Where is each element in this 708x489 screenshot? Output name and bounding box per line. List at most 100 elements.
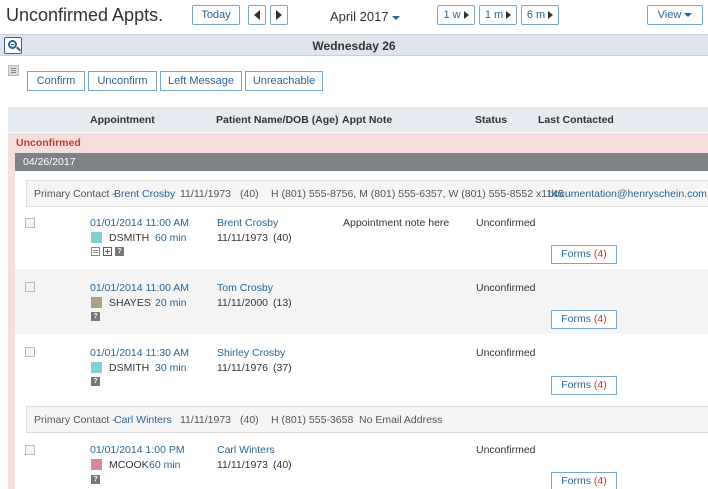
contact-dob: 11/11/1973 xyxy=(180,414,231,426)
contact-email-link[interactable]: documentation@henryschein.com xyxy=(548,188,707,200)
patient-age: (40) xyxy=(273,232,292,244)
range-6m-label: 6 m xyxy=(526,9,546,21)
previous-button[interactable] xyxy=(248,5,266,25)
question-icon[interactable]: ? xyxy=(115,247,124,256)
appointment-datetime-link[interactable]: 01/01/2014 11:00 AM xyxy=(90,282,189,294)
patient-name-link[interactable]: Carl Winters xyxy=(217,444,275,456)
day-title: Wednesday 26 xyxy=(312,39,396,53)
contact-name-link[interactable]: Carl Winters xyxy=(114,414,172,426)
appointment-status: Unconfirmed xyxy=(476,282,536,294)
chevron-left-icon xyxy=(254,10,260,21)
contact-phones: H (801) 555-8756, M (801) 555-6357, W (8… xyxy=(271,188,564,200)
provider-code: DSMITH xyxy=(109,362,150,374)
forms-count: (4) xyxy=(593,379,607,391)
appointment-duration: 60 min xyxy=(155,232,187,244)
range-1w-button[interactable]: 1 w xyxy=(437,5,475,25)
table-row: 01/01/2014 1:00 PM MCOOK 60 min ? Carl W… xyxy=(15,434,708,489)
view-menu-button[interactable]: View xyxy=(647,5,703,25)
column-patient[interactable]: Patient Name/DOB (Age) xyxy=(216,114,339,126)
patient-dob: 11/11/1973 xyxy=(217,459,268,471)
question-icon[interactable]: ? xyxy=(91,377,100,386)
provider-code: DSMITH xyxy=(109,232,150,244)
play-icon xyxy=(506,11,512,20)
provider-color-swatch xyxy=(91,232,102,243)
group-rail xyxy=(8,153,15,489)
patient-age: (37) xyxy=(273,362,292,374)
forms-button[interactable]: Forms (4) xyxy=(551,472,617,489)
forms-button[interactable]: Forms (4) xyxy=(551,245,617,264)
patient-age: (13) xyxy=(273,297,292,309)
contact-prefix: Primary Contact - xyxy=(34,188,116,200)
appointment-datetime-link[interactable]: 01/01/2014 11:00 AM xyxy=(90,217,189,229)
patient-dob: 11/11/1976 xyxy=(217,362,268,374)
forms-label: Forms xyxy=(561,248,591,260)
range-1m-label: 1 m xyxy=(484,9,504,21)
appointment-status: Unconfirmed xyxy=(476,444,536,456)
appointment-duration: 20 min xyxy=(155,297,187,309)
column-status[interactable]: Status xyxy=(475,114,507,126)
unreachable-button[interactable]: Unreachable xyxy=(245,71,323,91)
primary-contact-row: Primary Contact - Carl Winters 11/11/197… xyxy=(26,406,708,433)
day-header: Wednesday 26 xyxy=(0,34,708,56)
appointment-icons: ? xyxy=(91,475,103,485)
month-label: April 2017 xyxy=(330,9,389,24)
patient-name-link[interactable]: Brent Crosby xyxy=(217,217,278,229)
table-row: 01/01/2014 11:30 AM DSMITH 30 min ? Shir… xyxy=(15,334,708,406)
provider-code: SHAYES xyxy=(109,297,151,309)
list-icon[interactable] xyxy=(8,65,19,76)
contact-phones: H (801) 555-3658 xyxy=(271,414,354,426)
range-1w-label: 1 w xyxy=(443,9,461,21)
patient-name-link[interactable]: Shirley Crosby xyxy=(217,347,285,359)
patient-dob: 11/11/2000 xyxy=(217,297,268,309)
month-selector[interactable]: April 2017 xyxy=(330,9,400,24)
table-row: 01/01/2014 11:00 AM DSMITH 60 min ? Bren… xyxy=(15,208,708,269)
contact-age: (40) xyxy=(240,188,259,200)
left-message-button[interactable]: Left Message xyxy=(160,71,242,91)
play-icon xyxy=(463,11,469,20)
next-button[interactable] xyxy=(270,5,288,25)
group-header: Unconfirmed xyxy=(8,133,708,153)
group-label: Unconfirmed xyxy=(16,137,81,149)
contact-name-link[interactable]: Brent Crosby xyxy=(114,188,175,200)
note-icon[interactable] xyxy=(91,247,100,256)
column-appt-note[interactable]: Appt Note xyxy=(342,114,392,126)
page-title: Unconfirmed Appts. xyxy=(6,5,164,25)
range-6m-button[interactable]: 6 m xyxy=(521,5,559,25)
forms-button[interactable]: Forms (4) xyxy=(551,310,617,329)
appointment-datetime-link[interactable]: 01/01/2014 1:00 PM xyxy=(90,444,185,456)
table-header: Appointment Patient Name/DOB (Age) Appt … xyxy=(8,107,708,132)
medical-alert-icon[interactable] xyxy=(103,247,112,256)
contact-email: No Email Address xyxy=(359,414,443,426)
appointment-duration: 30 min xyxy=(155,362,187,374)
question-icon[interactable]: ? xyxy=(91,475,100,484)
forms-count: (4) xyxy=(593,248,607,260)
row-checkbox[interactable] xyxy=(25,218,35,228)
contact-age: (40) xyxy=(240,414,259,426)
appointment-status: Unconfirmed xyxy=(476,347,536,359)
appointment-icons: ? xyxy=(91,377,103,387)
appointment-datetime-link[interactable]: 01/01/2014 11:30 AM xyxy=(90,347,189,359)
range-1m-button[interactable]: 1 m xyxy=(479,5,517,25)
provider-color-swatch xyxy=(91,362,102,373)
provider-code: MCOOK xyxy=(109,459,149,471)
forms-button[interactable]: Forms (4) xyxy=(551,376,617,395)
top-bar: Unconfirmed Appts. Today April 2017 1 w … xyxy=(0,0,708,32)
appointment-icons: ? xyxy=(91,312,103,322)
today-button[interactable]: Today xyxy=(192,5,240,25)
row-checkbox[interactable] xyxy=(25,347,35,357)
question-icon[interactable]: ? xyxy=(91,312,100,321)
row-checkbox[interactable] xyxy=(25,282,35,292)
forms-count: (4) xyxy=(593,475,607,487)
confirm-button[interactable]: Confirm xyxy=(27,71,85,91)
patient-age: (40) xyxy=(273,459,292,471)
chevron-down-icon xyxy=(684,13,693,18)
forms-label: Forms xyxy=(561,475,591,487)
unconfirm-button[interactable]: Unconfirm xyxy=(88,71,157,91)
patient-name-link[interactable]: Tom Crosby xyxy=(217,282,273,294)
primary-contact-row: Primary Contact - Brent Crosby 11/11/197… xyxy=(26,180,708,207)
chevron-right-icon xyxy=(276,10,282,21)
column-appointment[interactable]: Appointment xyxy=(90,114,155,126)
provider-color-swatch xyxy=(91,297,102,308)
row-checkbox[interactable] xyxy=(25,445,35,455)
column-last-contacted[interactable]: Last Contacted xyxy=(538,114,614,126)
